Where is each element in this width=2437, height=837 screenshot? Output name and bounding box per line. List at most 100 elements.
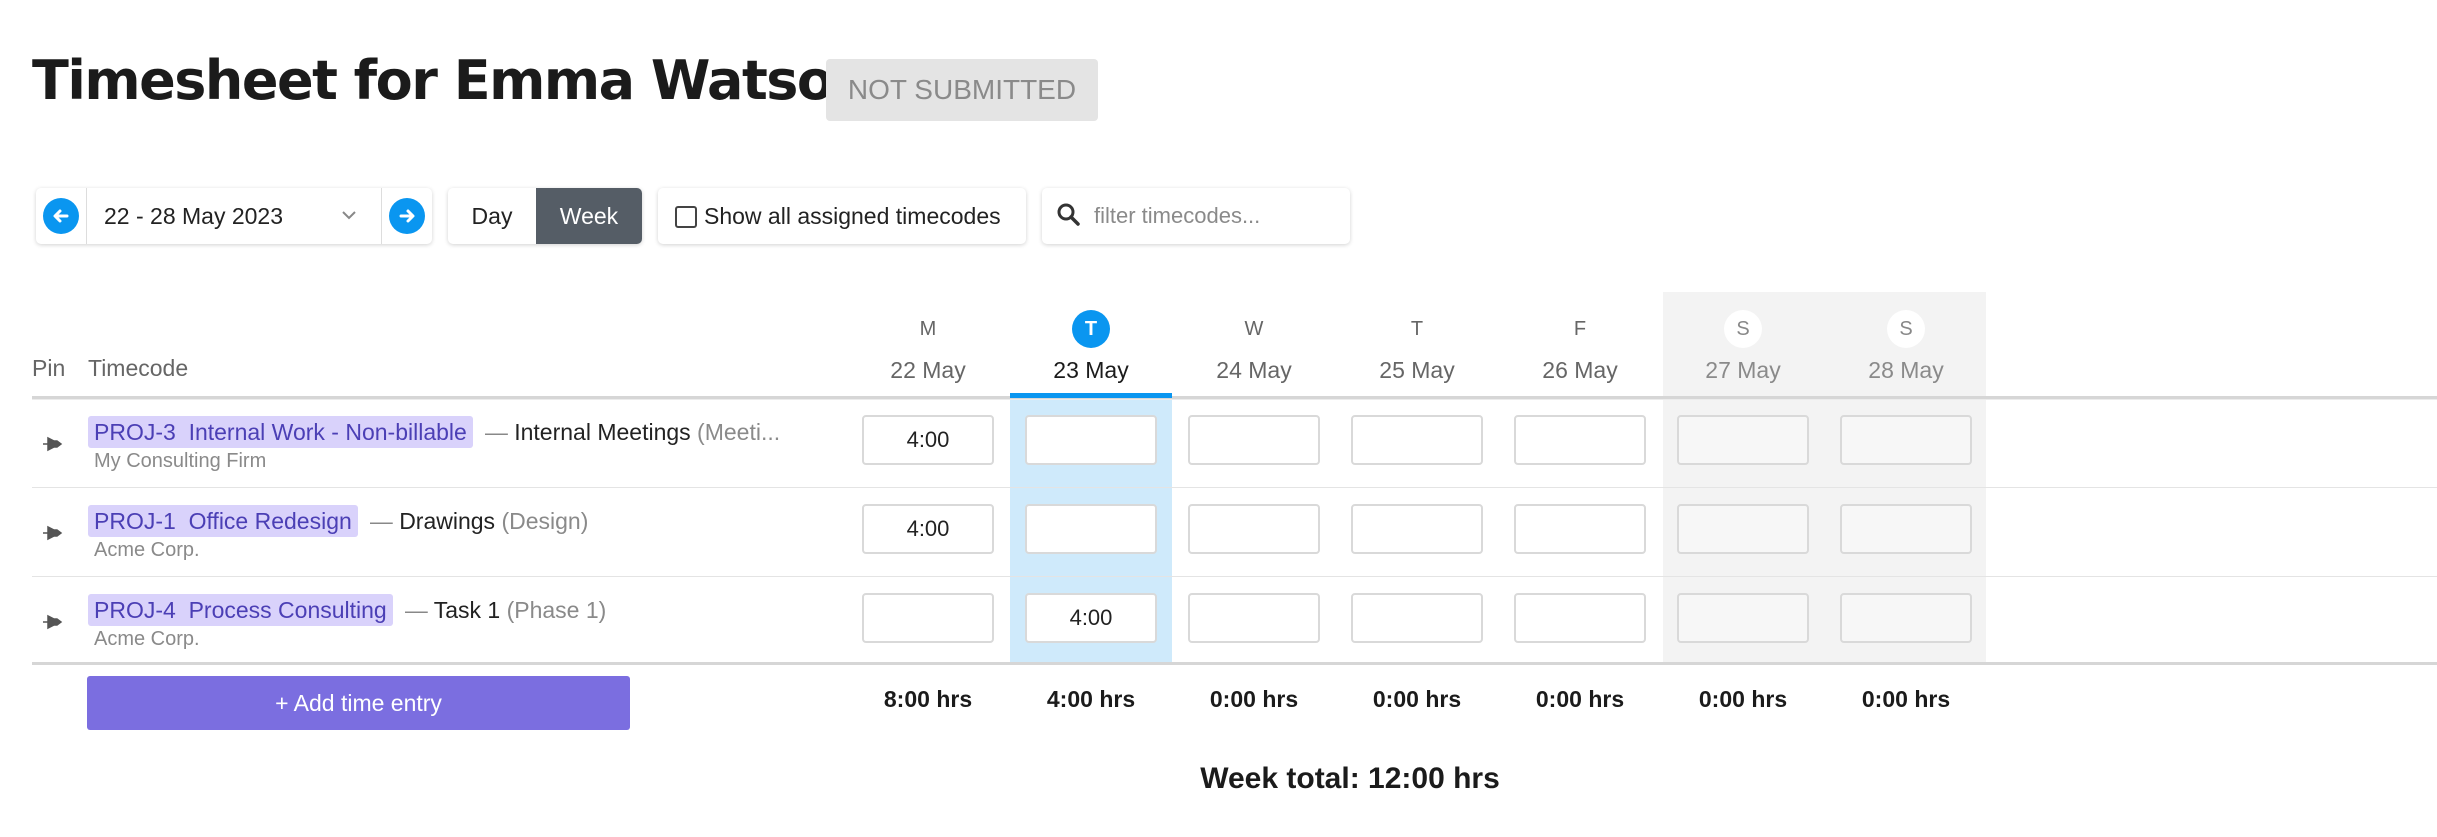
next-week-button[interactable]	[382, 188, 432, 244]
hours-input[interactable]	[1677, 504, 1809, 554]
week-view-button[interactable]: Week	[536, 188, 642, 244]
pin-icon[interactable]	[40, 432, 64, 461]
day-total: 0:00 hrs	[1209, 686, 1299, 712]
hours-input[interactable]	[1677, 593, 1809, 643]
page-title: Timesheet for Emma Watson	[32, 49, 871, 112]
hours-input[interactable]	[862, 504, 994, 554]
task-label: Task 1	[433, 597, 501, 623]
phase-label: (Phase 1)	[506, 597, 607, 623]
pin-icon[interactable]	[40, 610, 64, 639]
hours-input[interactable]	[1025, 593, 1157, 643]
day-letter: M	[919, 318, 937, 340]
week-total: Week total: 12:00 hrs	[1200, 762, 1500, 795]
hours-input[interactable]	[1351, 415, 1483, 465]
day-total: 8:00 hrs	[883, 686, 973, 712]
chevron-down-icon[interactable]	[339, 205, 359, 230]
hours-input[interactable]	[1514, 415, 1646, 465]
separator-dash: —	[484, 419, 508, 445]
day-date: 24 May	[1216, 357, 1292, 383]
day-letter: S	[1724, 310, 1762, 348]
day-column-header: M 22 May	[847, 309, 1009, 384]
timecode-column-header: Timecode	[88, 355, 189, 381]
hours-input[interactable]	[1188, 593, 1320, 643]
row-divider	[32, 487, 2437, 488]
date-range-select[interactable]: 22 - 28 May 2023	[104, 188, 283, 244]
arrow-right-icon	[389, 198, 425, 234]
client-name: My Consulting Firm	[94, 450, 267, 472]
phase-label: (Design)	[501, 508, 589, 534]
day-column-header: W 24 May	[1173, 309, 1335, 384]
add-time-entry-button[interactable]: + Add time entry	[87, 676, 630, 730]
hours-input[interactable]	[1840, 593, 1972, 643]
day-date: 23 May	[1053, 357, 1129, 383]
header-divider	[32, 399, 2437, 400]
today-indicator-bar	[1010, 393, 1172, 398]
hours-input[interactable]	[1840, 504, 1972, 554]
hours-input[interactable]	[1025, 415, 1157, 465]
project-tag[interactable]: PROJ-3 Internal Work - Non-billable	[88, 416, 473, 448]
day-date: 26 May	[1542, 357, 1618, 383]
hours-input[interactable]	[1514, 593, 1646, 643]
pin-column-header: Pin	[32, 355, 66, 381]
phase-label: (Meeti...	[697, 419, 781, 445]
task-label: Internal Meetings	[514, 419, 691, 445]
day-letter-wrap: T	[1336, 309, 1498, 349]
day-letter-wrap: S	[1825, 309, 1987, 349]
day-letter-wrap: S	[1662, 309, 1824, 349]
hours-input[interactable]	[1188, 415, 1320, 465]
filter-box	[1042, 188, 1350, 244]
hours-input[interactable]	[1188, 504, 1320, 554]
separator-dash: —	[369, 508, 393, 534]
divider	[86, 188, 87, 244]
day-date: 22 May	[890, 357, 966, 383]
client-name: Acme Corp.	[94, 539, 200, 561]
day-column-header: T 25 May	[1336, 309, 1498, 384]
pin-icon[interactable]	[40, 521, 64, 550]
day-column-header: T 23 May	[1010, 309, 1172, 384]
task-name: — Internal Meetings (Meeti...	[485, 417, 780, 447]
previous-week-button[interactable]	[36, 188, 86, 244]
project-tag[interactable]: PROJ-1 Office Redesign	[88, 505, 358, 537]
show-all-label: Show all assigned timecodes	[704, 203, 1001, 229]
client-name: Acme Corp.	[94, 628, 200, 650]
hours-input[interactable]	[862, 415, 994, 465]
day-column-header: S 27 May	[1662, 309, 1824, 384]
day-letter: T	[1072, 310, 1110, 348]
show-all-checkbox[interactable]	[675, 206, 697, 228]
date-navigator: 22 - 28 May 2023	[36, 188, 432, 244]
task-label: Drawings	[399, 508, 496, 534]
day-total: 0:00 hrs	[1698, 686, 1788, 712]
day-total: 4:00 hrs	[1046, 686, 1136, 712]
hours-input[interactable]	[1351, 504, 1483, 554]
day-letter-wrap: T	[1010, 309, 1172, 349]
day-letter-wrap: W	[1173, 309, 1335, 349]
hours-input[interactable]	[1351, 593, 1483, 643]
view-toggle: Day Week	[448, 188, 642, 244]
row-divider	[32, 576, 2437, 577]
footer-divider	[32, 662, 2437, 665]
day-letter-wrap: M	[847, 309, 1009, 349]
day-date: 27 May	[1705, 357, 1781, 383]
day-letter: W	[1244, 318, 1264, 340]
hours-input[interactable]	[1025, 504, 1157, 554]
day-total: 0:00 hrs	[1372, 686, 1462, 712]
task-name: — Drawings (Design)	[370, 506, 589, 536]
day-letter: T	[1410, 318, 1424, 340]
show-all-timecodes-toggle[interactable]: Show all assigned timecodes	[658, 188, 1026, 244]
task-name: — Task 1 (Phase 1)	[405, 595, 607, 625]
separator-dash: —	[404, 597, 428, 623]
hours-input[interactable]	[1514, 504, 1646, 554]
day-total: 0:00 hrs	[1535, 686, 1625, 712]
project-tag[interactable]: PROJ-4 Process Consulting	[88, 594, 393, 626]
day-letter: S	[1887, 310, 1925, 348]
filter-timecodes-input[interactable]	[1094, 196, 1340, 236]
hours-input[interactable]	[1840, 415, 1972, 465]
day-letter: F	[1573, 318, 1587, 340]
day-view-button[interactable]: Day	[448, 188, 536, 244]
day-column-header: S 28 May	[1825, 309, 1987, 384]
search-icon	[1056, 202, 1082, 233]
day-total: 0:00 hrs	[1861, 686, 1951, 712]
hours-input[interactable]	[1677, 415, 1809, 465]
hours-input[interactable]	[862, 593, 994, 643]
arrow-left-icon	[43, 198, 79, 234]
